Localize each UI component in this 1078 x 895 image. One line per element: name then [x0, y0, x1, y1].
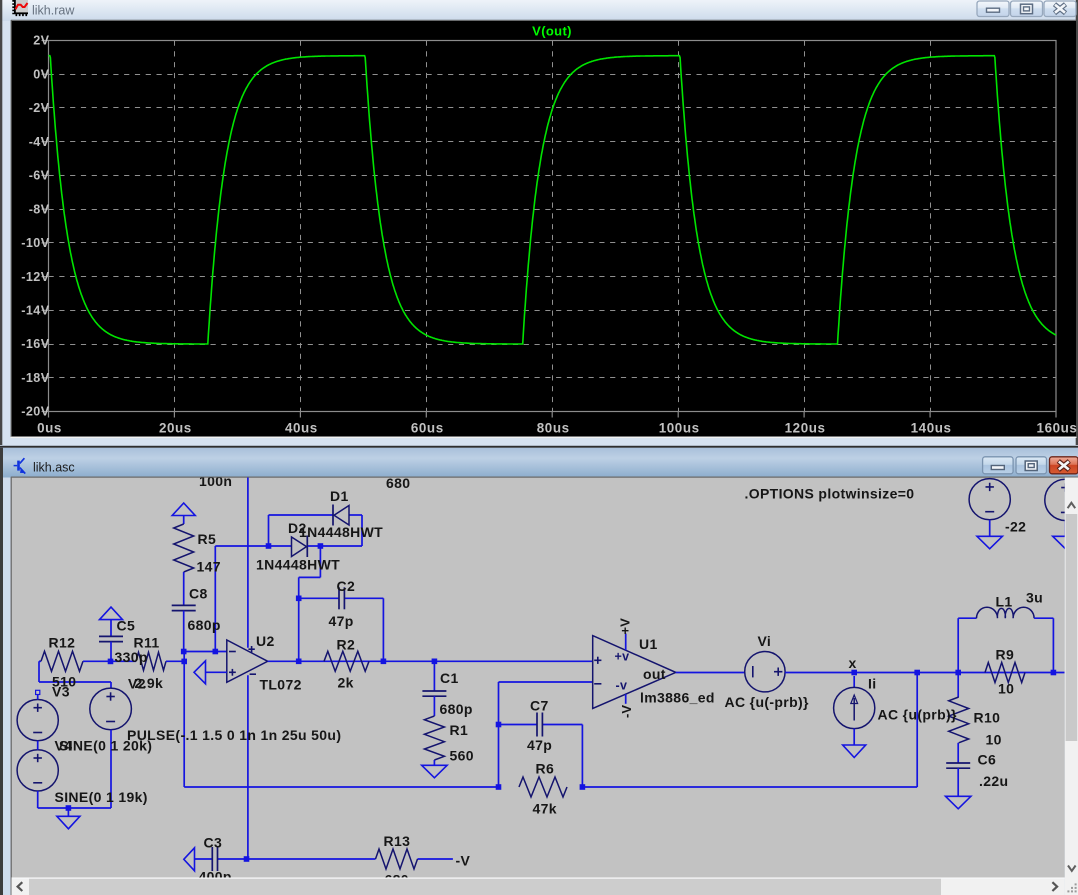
svg-text:-6V: -6V — [29, 169, 50, 183]
svg-text:U1: U1 — [639, 636, 658, 652]
svg-text:20us: 20us — [159, 421, 192, 436]
svg-text:-v: -v — [616, 679, 628, 693]
svg-text:680p: 680p — [440, 701, 473, 717]
svg-text:AC {u(prb)}: AC {u(prb)} — [878, 707, 957, 723]
svg-text:-8V: -8V — [29, 202, 50, 216]
svg-text:2.9k: 2.9k — [135, 675, 164, 691]
svg-text:-20V: -20V — [21, 405, 49, 419]
svg-text:47p: 47p — [329, 613, 354, 629]
svg-text:80us: 80us — [537, 421, 570, 436]
svg-text:C2: C2 — [337, 578, 356, 594]
svg-text:-V: -V — [456, 853, 471, 869]
svg-text:C8: C8 — [189, 586, 208, 602]
svg-text:C3: C3 — [204, 835, 223, 851]
svg-text:C1: C1 — [440, 670, 459, 686]
svg-text:likh.raw: likh.raw — [32, 4, 75, 18]
svg-text:330p: 330p — [115, 649, 148, 665]
svg-text:x: x — [849, 655, 857, 671]
svg-text:-10V: -10V — [21, 236, 49, 250]
svg-text:60us: 60us — [411, 421, 444, 436]
svg-text:+V: +V — [618, 618, 633, 635]
svg-text:680p: 680p — [188, 617, 221, 633]
svg-text:C6: C6 — [978, 752, 997, 768]
svg-text:10: 10 — [986, 732, 1002, 748]
svg-text:L1: L1 — [996, 594, 1013, 610]
svg-text:-4V: -4V — [29, 135, 50, 149]
svg-text:40us: 40us — [285, 421, 318, 436]
svg-text:47k: 47k — [533, 801, 557, 817]
svg-text:3u: 3u — [1026, 590, 1043, 606]
svg-text:+v: +v — [615, 650, 630, 664]
svg-text:.OPTIONS plotwinsize=0: .OPTIONS plotwinsize=0 — [745, 486, 915, 502]
svg-text:R9: R9 — [996, 647, 1015, 663]
svg-text:AC {u(-prb)}: AC {u(-prb)} — [725, 694, 809, 710]
svg-text:R1: R1 — [450, 722, 469, 738]
svg-text:1N4448HWT: 1N4448HWT — [299, 524, 383, 540]
svg-text:C7: C7 — [530, 698, 549, 714]
svg-text:140us: 140us — [911, 421, 952, 436]
svg-text:2k: 2k — [338, 675, 354, 691]
svg-text:680: 680 — [385, 872, 409, 888]
svg-text:-16V: -16V — [21, 337, 49, 351]
svg-text:0V: 0V — [33, 67, 49, 81]
svg-text:R5: R5 — [198, 531, 217, 547]
svg-text:R11: R11 — [134, 635, 160, 651]
svg-text:-22: -22 — [1005, 519, 1026, 535]
svg-text:-12V: -12V — [21, 270, 49, 284]
svg-text:V(out): V(out) — [532, 24, 572, 39]
svg-text:likh.asc: likh.asc — [33, 461, 75, 475]
svg-text:47p: 47p — [527, 737, 552, 753]
svg-text:.22u: .22u — [979, 773, 1008, 789]
svg-text:-V: -V — [619, 705, 634, 718]
svg-text:120us: 120us — [785, 421, 826, 436]
svg-text:147: 147 — [197, 559, 221, 575]
svg-text:R12: R12 — [49, 635, 76, 651]
svg-text:400p: 400p — [199, 869, 232, 885]
svg-text:160us: 160us — [1037, 421, 1078, 436]
svg-text:100n: 100n — [199, 473, 232, 489]
svg-text:560: 560 — [450, 748, 474, 764]
svg-text:10: 10 — [998, 681, 1014, 697]
svg-text:-14V: -14V — [21, 304, 49, 318]
svg-text:R13: R13 — [384, 833, 411, 849]
svg-text:SINE(0 1 19k): SINE(0 1 19k) — [55, 789, 148, 805]
svg-text:out: out — [643, 666, 666, 682]
svg-text:Ii: Ii — [868, 676, 876, 692]
svg-text:TL072: TL072 — [260, 677, 302, 693]
svg-text:R6: R6 — [536, 761, 555, 777]
svg-text:C5: C5 — [117, 618, 136, 634]
svg-text:U2: U2 — [256, 633, 275, 649]
svg-text:PULSE(-.1 1.5 0 1n 1n 25u 50u): PULSE(-.1 1.5 0 1n 1n 25u 50u) — [127, 727, 341, 743]
svg-text:Vi: Vi — [758, 633, 772, 649]
svg-text:lm3886_ed: lm3886_ed — [640, 690, 715, 706]
svg-text:V3: V3 — [52, 684, 70, 700]
svg-text:D2: D2 — [288, 520, 307, 536]
svg-text:0us: 0us — [37, 421, 62, 436]
svg-text:2V: 2V — [33, 34, 49, 48]
svg-text:R10: R10 — [974, 710, 1001, 726]
svg-text:-18V: -18V — [21, 371, 49, 385]
svg-text:100us: 100us — [659, 421, 700, 436]
svg-text:-2V: -2V — [29, 101, 50, 115]
svg-text:680: 680 — [386, 475, 410, 491]
svg-text:D1: D1 — [330, 488, 349, 504]
svg-text:1N4448HWT: 1N4448HWT — [256, 557, 340, 573]
svg-text:R2: R2 — [337, 637, 356, 653]
